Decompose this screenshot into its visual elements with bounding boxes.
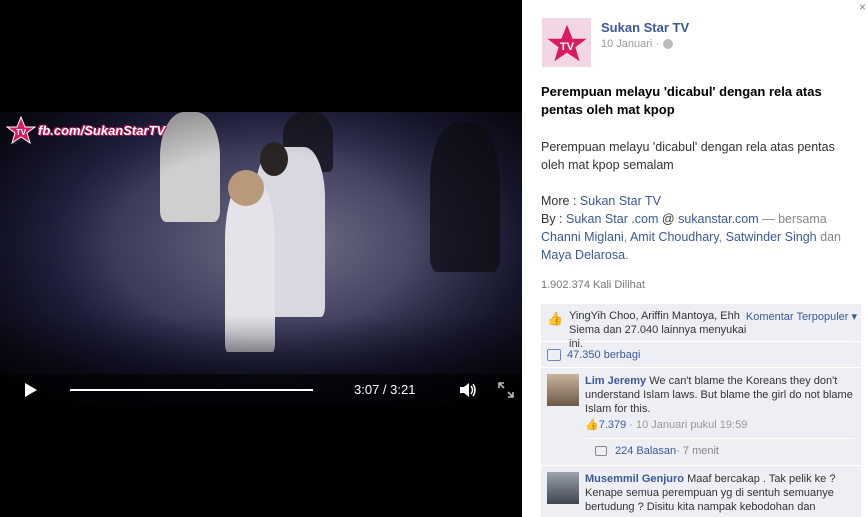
comment-body: Lim Jeremy We can't blame the Koreans th… — [585, 374, 855, 432]
more-link[interactable]: Sukan Star TV — [580, 194, 661, 208]
star-logo-icon: TV — [6, 116, 36, 144]
time-display: 3:07 / 3:21 — [354, 382, 416, 397]
comment-like-number: 7.379 — [598, 419, 627, 431]
progress-bar[interactable] — [70, 389, 313, 391]
comment-sort-dropdown[interactable]: Komentar Terpopuler ▾ — [746, 310, 857, 323]
tag-link[interactable]: Amit Choudhary — [630, 230, 719, 244]
shares-row[interactable]: 47.350 berbagi — [541, 342, 861, 368]
replies-time: · 7 menit — [676, 445, 719, 457]
share-icon — [547, 348, 561, 361]
likes-text[interactable]: YingYih Choo, Ariffin Mantoya, Ehh Siema… — [569, 309, 759, 350]
comment: Musemmil Genjuro Maaf bercakap . Tak pel… — [541, 466, 861, 517]
likes-row: 👍 YingYih Choo, Ariffin Mantoya, Ehh Sie… — [541, 304, 861, 350]
video-vignette — [0, 112, 522, 405]
by-with: — bersama — [758, 212, 827, 226]
video-controls[interactable]: 3:07 / 3:21 — [0, 374, 522, 406]
thumbs-up-icon: 👍 — [547, 311, 564, 326]
more-prefix: More : — [541, 194, 580, 208]
post-date: 10 Januari · — [601, 38, 674, 50]
comment: Lim Jeremy We can't blame the Koreans th… — [541, 368, 861, 466]
by-line: By : Sukan Star .com @ sukanstar.com — b… — [541, 210, 861, 264]
comment-meta: 👍7.379 · 10 Januari pukul 19:59 — [585, 418, 855, 432]
post-title: Perempuan melayu 'dicabul' dengan rela a… — [541, 84, 822, 117]
page-name-link[interactable]: Sukan Star TV — [601, 20, 689, 35]
avatar[interactable] — [547, 472, 579, 504]
post-body: Perempuan melayu 'dicabul' dengan rela a… — [541, 140, 835, 172]
video-frame[interactable] — [0, 112, 522, 405]
play-icon[interactable] — [25, 383, 37, 397]
reply-icon — [595, 446, 607, 456]
feedback-box: 👍 YingYih Choo, Ariffin Mantoya, Ehh Sie… — [541, 304, 861, 517]
volume-icon[interactable] — [459, 382, 477, 398]
globe-icon — [663, 39, 674, 49]
tag-sep: , — [718, 230, 726, 244]
avatar[interactable] — [547, 374, 579, 406]
tag-link[interactable]: Maya Delarosa — [541, 248, 625, 262]
by-prefix: By : — [541, 212, 567, 226]
replies-link[interactable]: 224 Balasan — [615, 445, 676, 457]
fullscreen-icon[interactable] — [498, 382, 514, 398]
page-avatar[interactable]: TV — [542, 18, 591, 67]
replies-row[interactable]: 224 Balasan · 7 menit — [585, 438, 855, 463]
view-count: 1.902.374 Kali Dilihat — [541, 279, 645, 291]
by-link-domain[interactable]: sukanstar.com — [678, 212, 759, 226]
comment-like-count[interactable]: 👍7.379 — [585, 419, 626, 431]
post-sidebar: × TV Sukan Star TV 10 Januari · Perempua… — [522, 0, 868, 517]
by-link-sukanstar[interactable]: Sukan Star .com — [566, 212, 658, 226]
tag-end: . — [625, 248, 629, 262]
comment-author[interactable]: Musemmil Genjuro — [585, 473, 684, 485]
svg-text:TV: TV — [16, 128, 27, 137]
video-player[interactable]: TV fb.com/SukanStarTV 3:07 / 3:21 — [0, 0, 522, 517]
video-watermark: TV fb.com/SukanStarTV — [6, 116, 165, 144]
close-icon[interactable]: × — [859, 0, 866, 14]
more-line: More : Sukan Star TV — [541, 192, 861, 210]
tag-link[interactable]: Channi Miglani — [541, 230, 624, 244]
tag-sep: dan — [816, 230, 841, 244]
comment-body: Musemmil Genjuro Maaf bercakap . Tak pel… — [585, 472, 855, 514]
by-at: @ — [658, 212, 679, 226]
post-date-text[interactable]: 10 Januari · — [601, 38, 659, 50]
star-logo-icon: TV — [546, 24, 587, 61]
svg-text:TV: TV — [559, 41, 574, 53]
comment-timestamp[interactable]: · 10 Januari pukul 19:59 — [626, 419, 747, 431]
comment-author[interactable]: Lim Jeremy — [585, 375, 646, 387]
watermark-text: fb.com/SukanStarTV — [38, 122, 166, 138]
tag-link[interactable]: Satwinder Singh — [726, 230, 817, 244]
